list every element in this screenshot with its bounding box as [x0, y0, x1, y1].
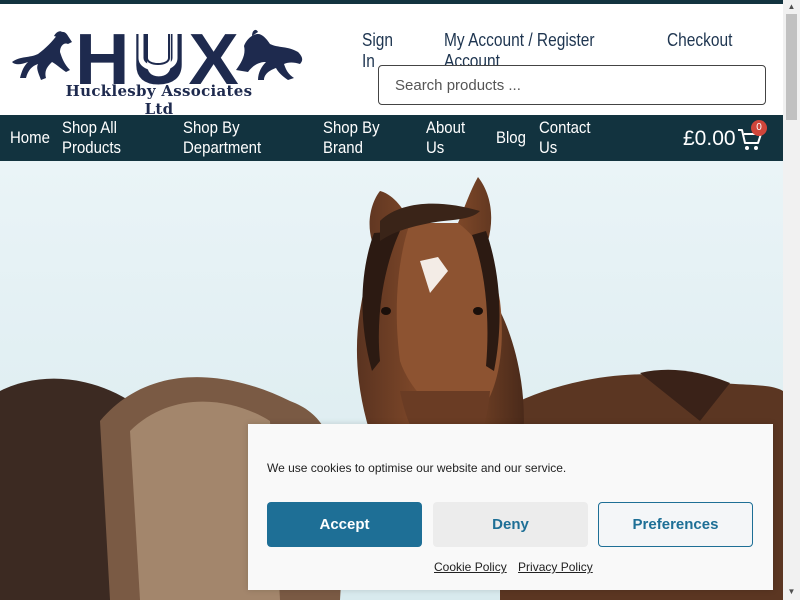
- deny-cookies-button[interactable]: Deny: [433, 502, 588, 547]
- scroll-down-arrow-icon[interactable]: ▼: [786, 587, 797, 597]
- cookie-message: We use cookies to optimise our website a…: [267, 461, 567, 475]
- horse-silhouette-icon: [12, 31, 72, 80]
- accept-cookies-button[interactable]: Accept: [267, 502, 422, 547]
- scroll-up-arrow-icon[interactable]: ▲: [786, 2, 797, 12]
- cookie-consent-banner: We use cookies to optimise our website a…: [248, 424, 773, 590]
- company-name: Hucklesby Associates Ltd: [65, 82, 253, 118]
- cart-total[interactable]: £0.00: [683, 127, 736, 151]
- cookie-preferences-button[interactable]: Preferences: [598, 502, 753, 547]
- main-navigation: Home Shop All Products Shop By Departmen…: [0, 115, 783, 161]
- nav-item-blog[interactable]: Blog: [496, 128, 532, 148]
- search-input[interactable]: [378, 65, 766, 105]
- nav-item-shop-by-department[interactable]: Shop By Department: [183, 118, 304, 158]
- nav-item-contact-us[interactable]: Contact Us: [539, 118, 601, 158]
- cookie-policy-link[interactable]: Cookie Policy: [434, 560, 507, 574]
- nav-item-shop-all-products[interactable]: Shop All Products: [62, 118, 167, 158]
- scrollbar-thumb[interactable]: [786, 14, 797, 120]
- nav-item-about-us[interactable]: About Us: [426, 118, 486, 158]
- nav-item-shop-by-brand[interactable]: Shop By Brand: [323, 118, 412, 158]
- privacy-policy-link[interactable]: Privacy Policy: [518, 560, 593, 574]
- cookie-policy-links: Cookie Policy Privacy Policy: [434, 560, 601, 574]
- site-header: HUX Hucklesby Associates Ltd Sign In My …: [0, 4, 783, 118]
- cart-count-badge: 0: [751, 120, 767, 136]
- horse-silhouette-icon: [236, 29, 303, 80]
- nav-item-home[interactable]: Home: [10, 128, 54, 148]
